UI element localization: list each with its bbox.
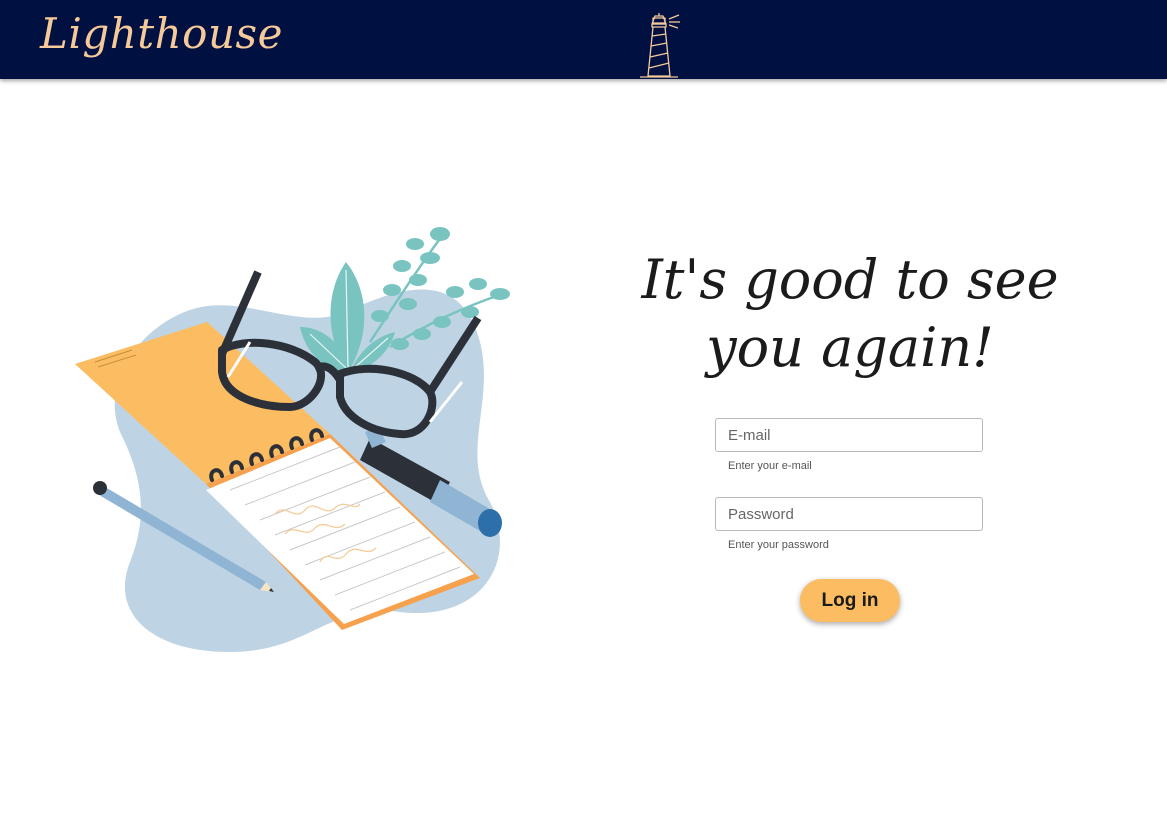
email-helper-text: Enter your e-mail (728, 460, 812, 472)
password-helper-text: Enter your password (728, 539, 829, 551)
notebook-glasses-illustration (75, 227, 510, 652)
password-field[interactable] (715, 497, 983, 531)
email-field[interactable] (715, 418, 983, 452)
login-button[interactable]: Log in (800, 579, 900, 622)
brand-logo-text[interactable]: Lighthouse (40, 4, 283, 64)
lighthouse-icon (640, 13, 680, 78)
page-headline: It's good to see you again! (641, 248, 1059, 379)
top-navbar: Lighthouse (0, 0, 1167, 79)
